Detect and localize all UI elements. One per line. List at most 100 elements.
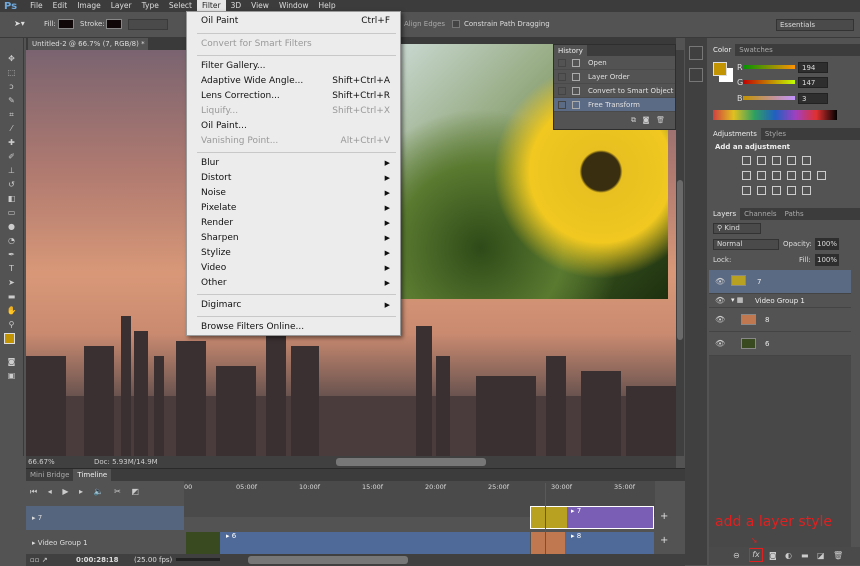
track-header-7[interactable]: ▸ 7: [26, 506, 184, 530]
layer-row-6[interactable]: 👁 6: [709, 332, 851, 356]
quick-select-tool-icon[interactable]: ✎: [5, 95, 19, 106]
filter-noise[interactable]: Noise ▶: [201, 186, 392, 200]
filter-video[interactable]: Video ▶: [201, 261, 392, 275]
camera-icon[interactable]: ◙: [643, 116, 650, 124]
canvas-vertical-scrollbar[interactable]: [676, 50, 684, 456]
g-value[interactable]: 147: [798, 77, 828, 88]
styles-tab[interactable]: Styles: [761, 128, 790, 140]
history-item[interactable]: Open: [554, 56, 675, 70]
track-header-video-group[interactable]: ▸ Video Group 1: [26, 532, 184, 554]
stamp-tool-icon[interactable]: ⊥: [5, 165, 19, 176]
browse-filters-online[interactable]: Browse Filters Online...: [201, 320, 392, 334]
menu-file[interactable]: File: [25, 0, 48, 12]
history-brush-icon[interactable]: ↺: [5, 179, 19, 190]
kind-filter-select[interactable]: ⚲ Kind: [713, 223, 761, 234]
color-lookup-icon[interactable]: [817, 171, 826, 180]
eyedropper-tool-icon[interactable]: ⁄: [5, 123, 19, 134]
transition-icon[interactable]: ◩: [131, 487, 139, 496]
type-tool-icon[interactable]: T: [5, 263, 19, 274]
doc-size[interactable]: Doc: 5.93M/14.9M: [94, 456, 158, 468]
brightness-icon[interactable]: [742, 156, 751, 165]
layers-tab[interactable]: Layers: [709, 208, 741, 220]
layer-row-video-group[interactable]: 👁 ▾ ▦ Video Group 1: [709, 294, 851, 308]
oil-paint[interactable]: Oil Paint...: [201, 119, 392, 133]
play-icon[interactable]: ▶: [62, 487, 68, 496]
filter-distort[interactable]: Distort ▶: [201, 171, 392, 185]
hand-tool-icon[interactable]: ✋: [5, 305, 19, 316]
brush-tool-icon[interactable]: ✐: [5, 151, 19, 162]
constrain-checkbox[interactable]: [452, 20, 460, 28]
move-tool-icon[interactable]: ✥: [5, 53, 19, 64]
next-frame-icon[interactable]: ▸: [79, 487, 83, 496]
filter-render[interactable]: Render ▶: [201, 216, 392, 230]
selective-color-icon[interactable]: [787, 186, 796, 195]
filter-stylize[interactable]: Stylize ▶: [201, 246, 392, 260]
adaptive-wide-angle[interactable]: Adaptive Wide Angle... Shift+Ctrl+A: [201, 74, 392, 88]
color-ramp[interactable]: [713, 110, 837, 120]
black-white-icon[interactable]: [772, 171, 781, 180]
dodge-tool-icon[interactable]: ◔: [5, 235, 19, 246]
gradient-tool-icon[interactable]: ▭: [5, 207, 19, 218]
properties-panel-icon[interactable]: [689, 68, 703, 82]
history-item[interactable]: Layer Order: [554, 70, 675, 84]
workspace-select[interactable]: Essentials: [776, 19, 854, 31]
menu-edit[interactable]: Edit: [48, 0, 73, 12]
blur-tool-icon[interactable]: ●: [5, 221, 19, 232]
fill-field[interactable]: 100%: [815, 254, 839, 266]
swatches-tab[interactable]: Swatches: [735, 44, 776, 56]
opacity-field[interactable]: 100%: [815, 238, 839, 250]
eraser-tool-icon[interactable]: ◧: [5, 193, 19, 204]
filter-sharpen[interactable]: Sharpen ▶: [201, 231, 392, 245]
threshold-icon[interactable]: [772, 186, 781, 195]
eye-icon[interactable]: 👁: [715, 339, 725, 348]
gradient-map-icon[interactable]: [802, 186, 811, 195]
adjustment-layer-icon[interactable]: ◐: [785, 551, 792, 560]
marquee-tool-icon[interactable]: ⬚: [5, 67, 19, 78]
blend-mode-select[interactable]: Normal: [713, 239, 779, 250]
add-media-icon[interactable]: +: [660, 511, 668, 522]
b-slider[interactable]: [743, 96, 795, 100]
hue-saturation-icon[interactable]: [742, 171, 751, 180]
path-select-tool-icon[interactable]: ➤: [5, 277, 19, 288]
shape-tool-icon[interactable]: ▬: [5, 291, 19, 302]
menu-layer[interactable]: Layer: [106, 0, 137, 12]
audio-icon[interactable]: 🔈: [94, 487, 104, 496]
fill-swatch[interactable]: [58, 19, 74, 29]
eye-icon[interactable]: 👁: [715, 277, 725, 286]
paths-tab[interactable]: Paths: [781, 208, 808, 220]
filter-oil-paint-last[interactable]: Oil Paint Ctrl+F: [201, 14, 392, 28]
pen-tool-icon[interactable]: ✒: [5, 249, 19, 260]
healing-tool-icon[interactable]: ✚: [5, 137, 19, 148]
curves-icon[interactable]: [772, 156, 781, 165]
path-select-icon[interactable]: ➤▾: [14, 19, 25, 28]
color-tab[interactable]: Color: [709, 44, 736, 56]
quick-mask-icon[interactable]: ◙: [5, 356, 19, 367]
history-item[interactable]: Convert to Smart Object: [554, 84, 675, 98]
layer-row-7[interactable]: 👁 7: [709, 270, 851, 294]
filter-digimarc[interactable]: Digimarc ▶: [201, 298, 392, 312]
g-slider[interactable]: [743, 80, 795, 84]
history-item-selected[interactable]: Free Transform: [554, 98, 675, 112]
trash-icon[interactable]: 🗑: [656, 116, 665, 124]
filter-other[interactable]: Other ▶: [201, 276, 392, 290]
adjustments-tab[interactable]: Adjustments: [709, 128, 761, 140]
new-layer-icon[interactable]: ◪: [817, 551, 825, 560]
add-mask-icon[interactable]: ◙: [769, 551, 777, 560]
vibrance-icon[interactable]: [802, 156, 811, 165]
posterize-icon[interactable]: [757, 186, 766, 195]
timeline-scrollbar[interactable]: [248, 556, 408, 564]
lasso-tool-icon[interactable]: ↄ: [5, 81, 19, 92]
timeline-tab[interactable]: Timeline: [73, 469, 112, 481]
canvas-horizontal-scrollbar[interactable]: [336, 458, 486, 466]
channels-tab[interactable]: Channels: [740, 208, 780, 220]
channel-mixer-icon[interactable]: [802, 171, 811, 180]
history-tab[interactable]: History: [554, 45, 587, 56]
zoom-slider[interactable]: [176, 558, 220, 561]
color-balance-icon[interactable]: [757, 171, 766, 180]
r-slider[interactable]: [743, 65, 795, 69]
prev-frame-icon[interactable]: ◂: [48, 487, 52, 496]
color-swatches[interactable]: [0, 333, 23, 353]
delete-layer-icon[interactable]: 🗑: [833, 551, 843, 560]
r-value[interactable]: 194: [798, 62, 828, 73]
fx-layer-style-icon[interactable]: fx: [749, 548, 763, 562]
